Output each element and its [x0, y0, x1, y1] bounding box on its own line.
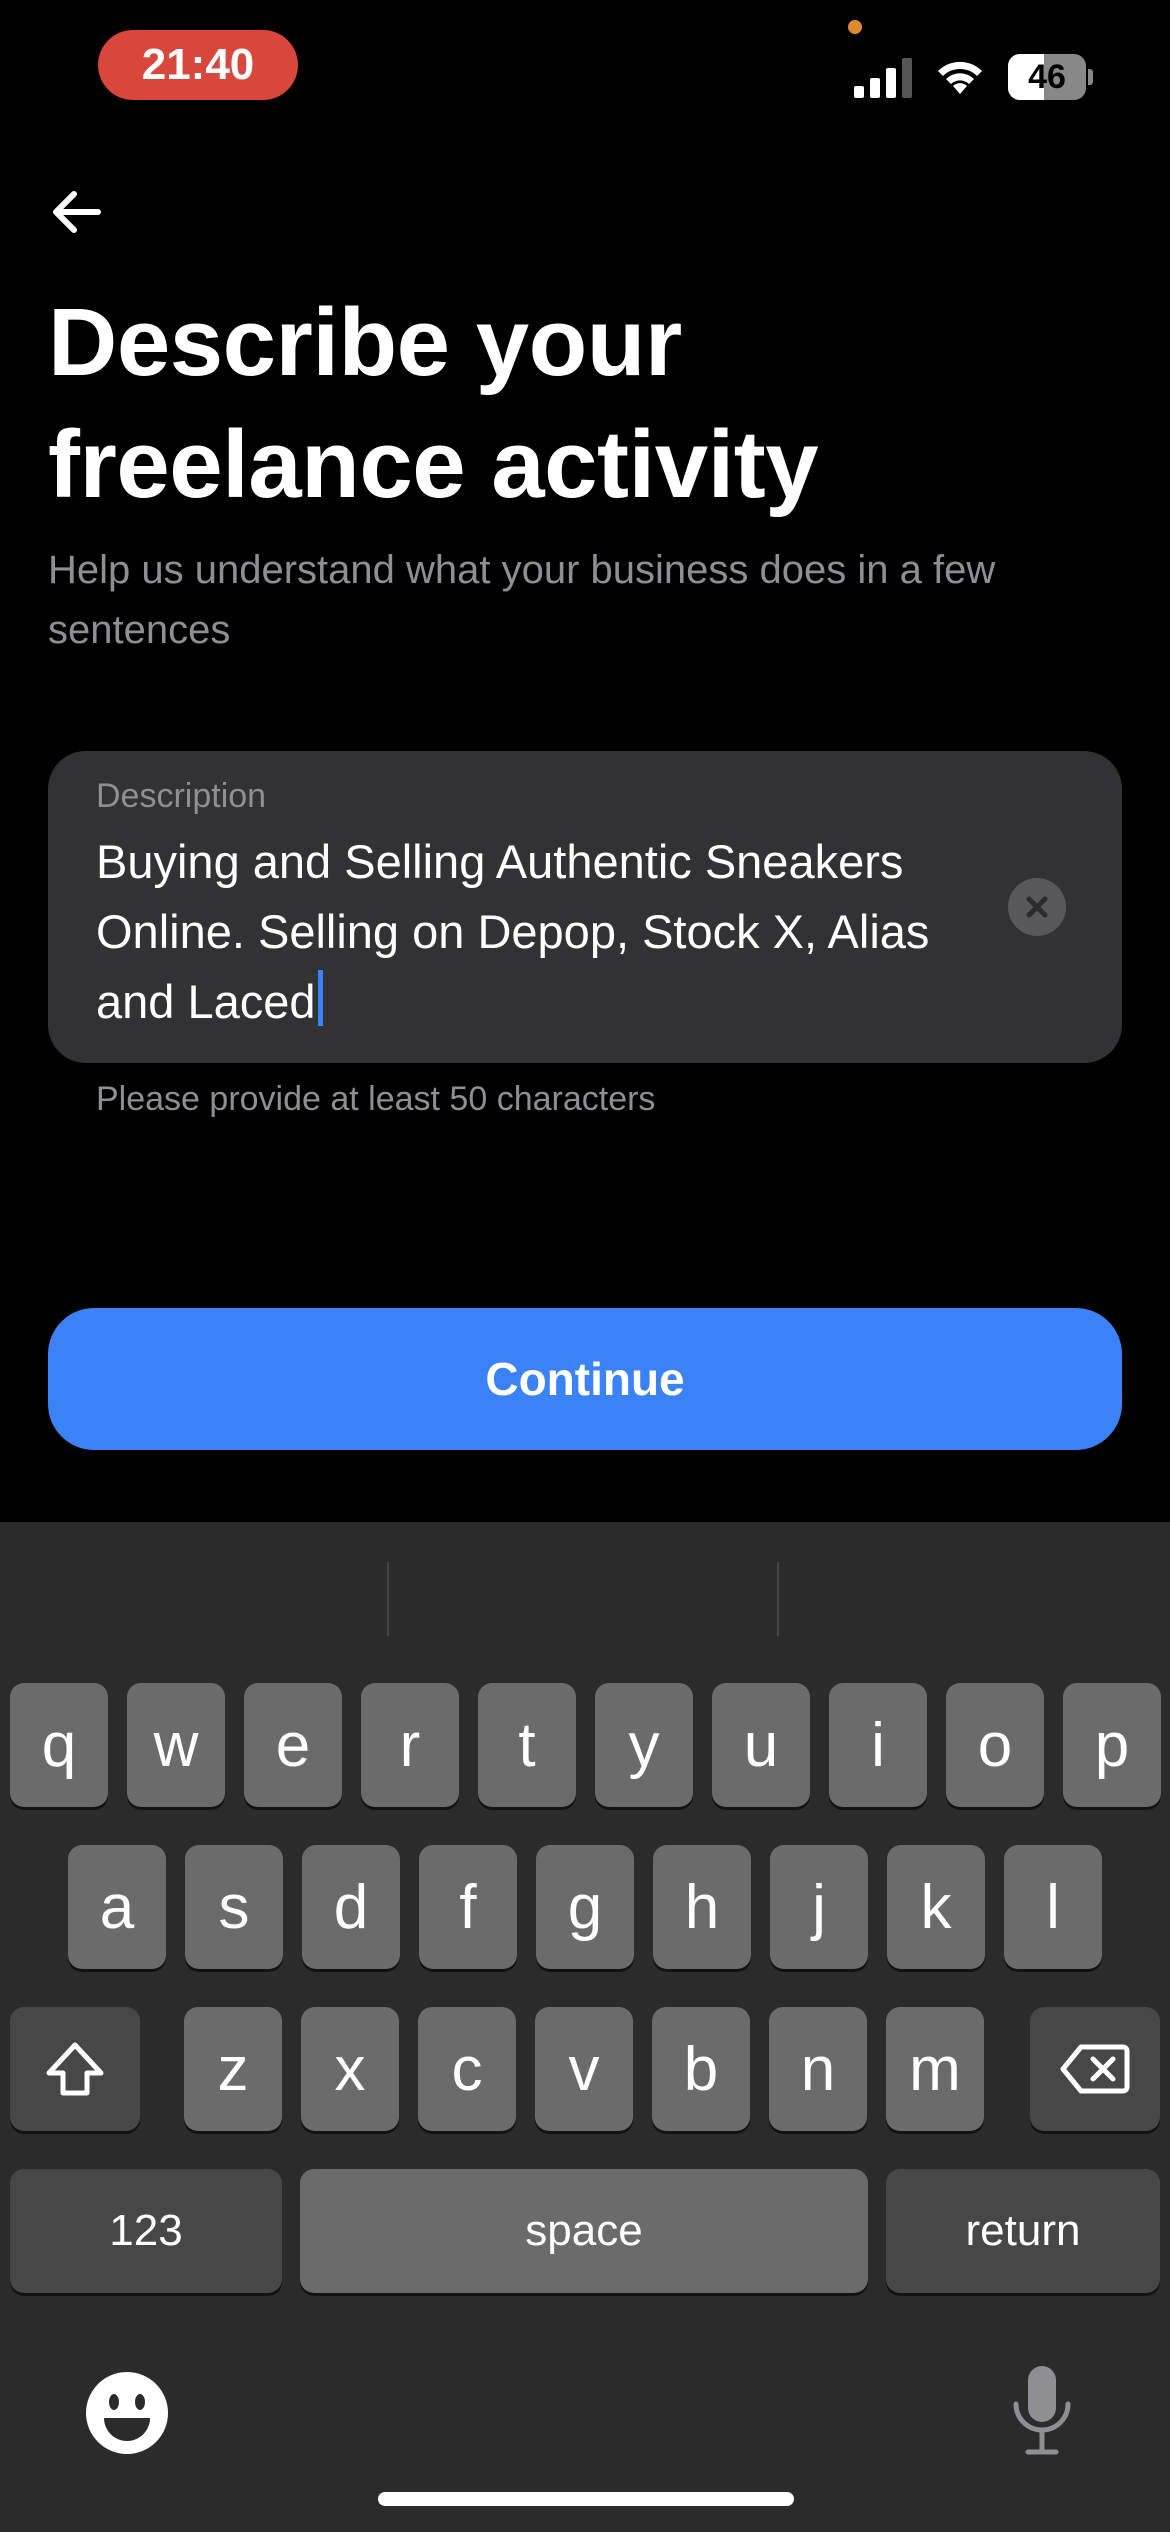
- key-p[interactable]: p: [1063, 1683, 1161, 1807]
- key-w[interactable]: w: [127, 1683, 225, 1807]
- key-t[interactable]: t: [478, 1683, 576, 1807]
- battery-percentage: 46: [1028, 57, 1066, 96]
- key-q[interactable]: q: [10, 1683, 108, 1807]
- backspace-icon: [1060, 2044, 1130, 2094]
- home-indicator: [378, 2492, 794, 2506]
- page-title-line-1: Describe your: [48, 289, 682, 396]
- clear-button[interactable]: [1008, 878, 1066, 936]
- text-caret: [317, 970, 323, 1026]
- key-e[interactable]: e: [244, 1683, 342, 1807]
- key-k[interactable]: k: [887, 1845, 985, 1969]
- numbers-key[interactable]: 123: [10, 2169, 282, 2293]
- key-i[interactable]: i: [829, 1683, 927, 1807]
- space-key[interactable]: space: [300, 2169, 868, 2293]
- key-h[interactable]: h: [653, 1845, 751, 1969]
- key-j[interactable]: j: [770, 1845, 868, 1969]
- clear-x-icon: [1026, 896, 1048, 918]
- status-time: 21:40: [98, 30, 298, 100]
- back-button[interactable]: [44, 180, 108, 244]
- key-a[interactable]: a: [68, 1845, 166, 1969]
- page-title: Describe your freelance activity: [48, 282, 1118, 526]
- microphone-icon[interactable]: [1010, 2362, 1074, 2458]
- page-title-line-2: freelance activity: [48, 411, 819, 518]
- key-n[interactable]: n: [769, 2007, 867, 2131]
- keyboard: qwertyuiop asdfghjkl zxcvbnm 123 space r…: [0, 1522, 1170, 2532]
- shift-key[interactable]: [10, 2007, 140, 2131]
- return-key[interactable]: return: [886, 2169, 1160, 2293]
- wifi-icon: [938, 61, 982, 94]
- continue-button[interactable]: Continue: [48, 1308, 1122, 1450]
- key-v[interactable]: v: [535, 2007, 633, 2131]
- cellular-signal-icon: [854, 58, 912, 98]
- key-z[interactable]: z: [184, 2007, 282, 2131]
- key-x[interactable]: x: [301, 2007, 399, 2131]
- privacy-indicator-dot: [848, 20, 862, 34]
- description-field-label: Description: [96, 777, 267, 815]
- emoji-icon[interactable]: [84, 2370, 170, 2456]
- key-c[interactable]: c: [418, 2007, 516, 2131]
- suggestion-divider: [387, 1562, 389, 1636]
- key-s[interactable]: s: [185, 1845, 283, 1969]
- helper-text: Please provide at least 50 characters: [96, 1080, 656, 1118]
- shift-icon: [46, 2042, 104, 2096]
- suggestion-divider: [777, 1562, 779, 1636]
- key-l[interactable]: l: [1004, 1845, 1102, 1969]
- key-m[interactable]: m: [886, 2007, 984, 2131]
- battery-indicator: 46: [1008, 54, 1093, 100]
- description-input[interactable]: Buying and Selling Authentic Sneakers On…: [96, 827, 996, 1037]
- arrow-left-icon: [53, 191, 101, 233]
- key-f[interactable]: f: [419, 1845, 517, 1969]
- key-d[interactable]: d: [302, 1845, 400, 1969]
- key-y[interactable]: y: [595, 1683, 693, 1807]
- delete-key[interactable]: [1030, 2007, 1160, 2131]
- description-field[interactable]: Description Buying and Selling Authentic…: [48, 751, 1122, 1063]
- page-subtitle: Help us understand what your business do…: [48, 548, 996, 652]
- description-value: Buying and Selling Authentic Sneakers On…: [96, 835, 930, 1028]
- key-b[interactable]: b: [652, 2007, 750, 2131]
- key-g[interactable]: g: [536, 1845, 634, 1969]
- key-o[interactable]: o: [946, 1683, 1044, 1807]
- key-u[interactable]: u: [712, 1683, 810, 1807]
- key-r[interactable]: r: [361, 1683, 459, 1807]
